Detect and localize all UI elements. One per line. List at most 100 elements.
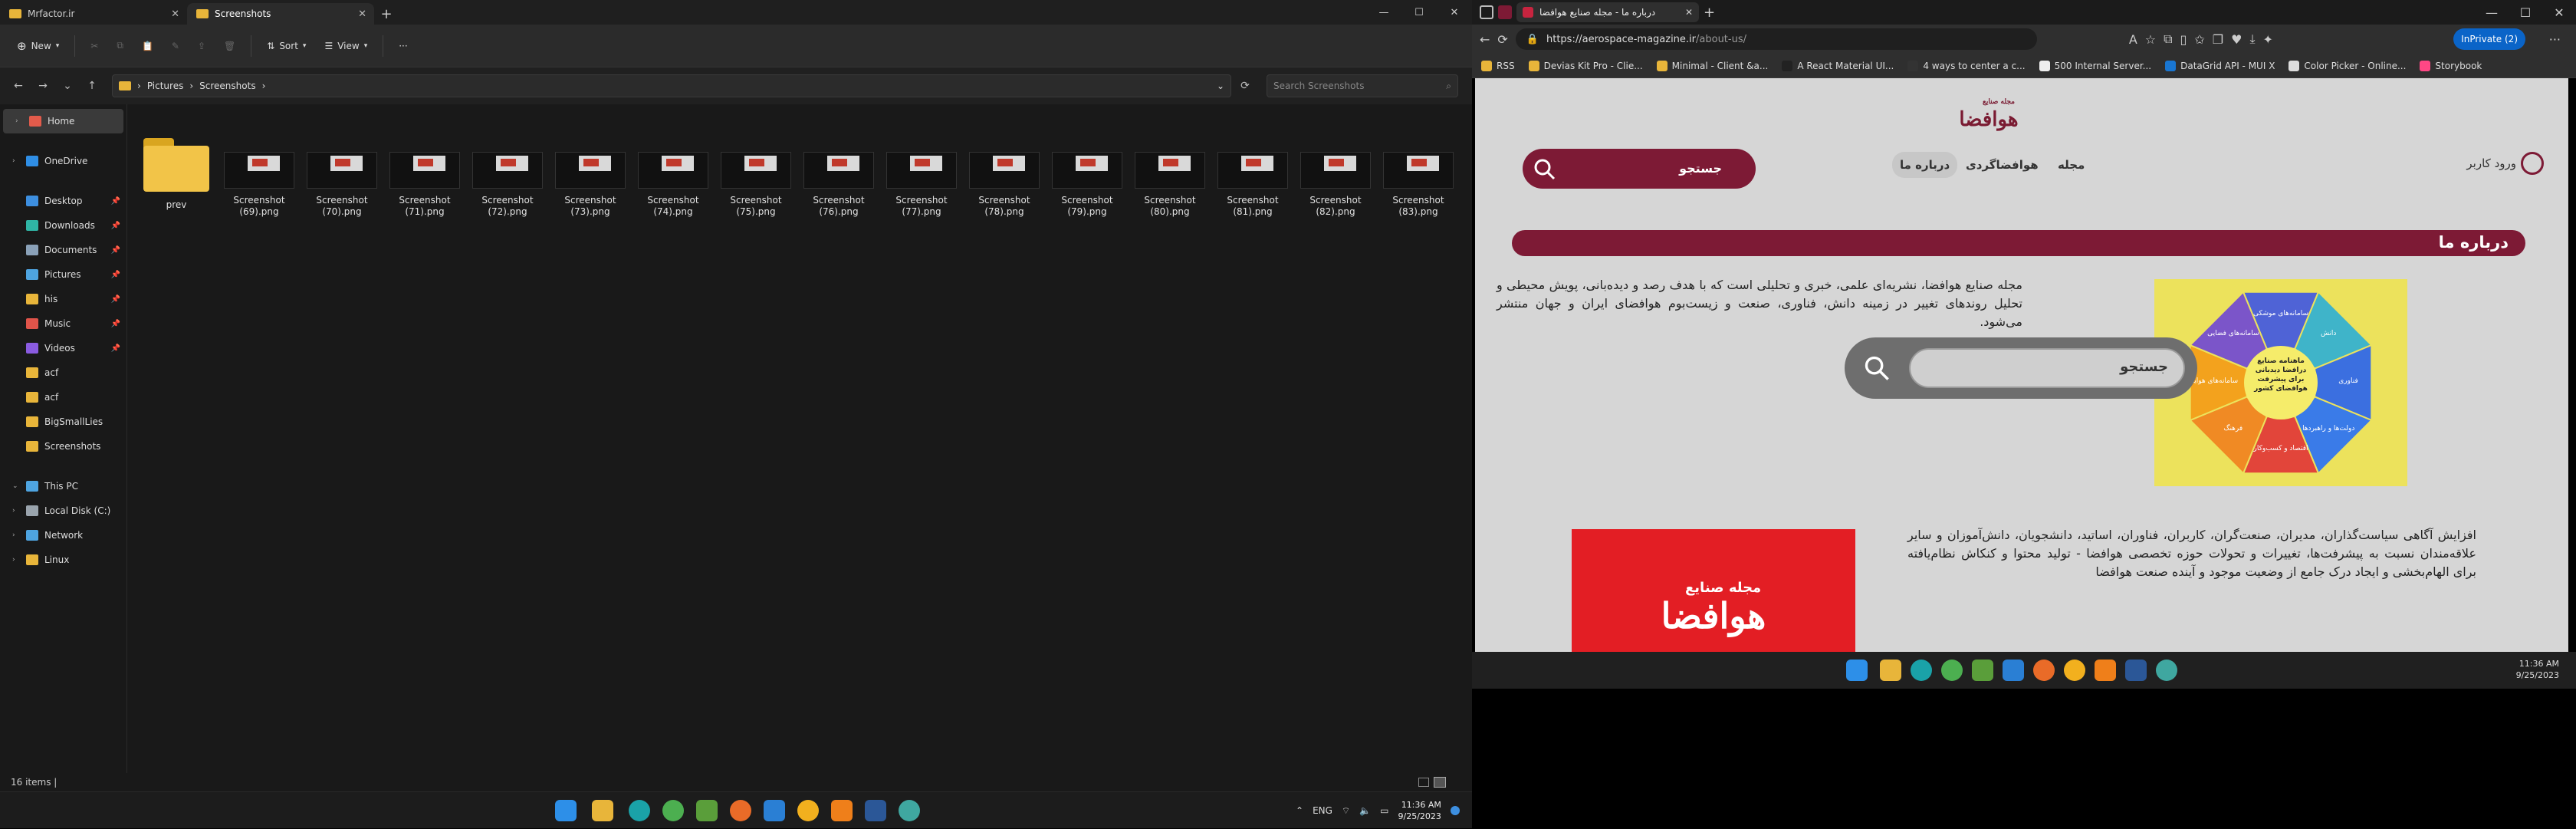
- maximize-button[interactable]: ☐: [1401, 0, 1437, 25]
- xampp-icon[interactable]: [2095, 660, 2116, 681]
- copy-icon[interactable]: ⧉: [109, 33, 131, 59]
- favorite-link[interactable]: RSS: [1481, 60, 1515, 71]
- back-arrow-icon[interactable]: ←: [1480, 32, 1490, 47]
- up-arrow-icon[interactable]: ↑: [81, 75, 103, 97]
- sort-button[interactable]: ⇅ Sort ▾: [259, 33, 314, 59]
- favorite-link[interactable]: 500 Internal Server...: [2039, 60, 2151, 71]
- chrome-canary-icon[interactable]: [797, 800, 819, 821]
- file-explorer-icon[interactable]: [1880, 660, 1901, 681]
- chevron-up-icon[interactable]: ⌃: [1296, 805, 1303, 816]
- url-bar[interactable]: 🔒 https://aerospace-magazine.ir/about-us…: [1515, 28, 2037, 50]
- sidebar-item[interactable]: BigSmallLies: [0, 410, 127, 434]
- overlay-search-input[interactable]: جستجو: [1909, 348, 2185, 388]
- speaker-icon[interactable]: 🔈: [1359, 805, 1371, 816]
- address-dropdown-icon[interactable]: ⌄: [1217, 81, 1224, 91]
- sidebar-item[interactable]: Screenshots: [0, 434, 127, 459]
- menu-aerospace-tour[interactable]: هوافضاگردی: [1966, 158, 2039, 172]
- folder-item[interactable]: prev: [138, 120, 215, 211]
- sidebar-item[interactable]: acf: [0, 360, 127, 385]
- close-icon[interactable]: ✕: [358, 8, 366, 20]
- inprivate-badge[interactable]: InPrivate (2): [2453, 28, 2525, 50]
- favorite-link[interactable]: Minimal - Client &a...: [1656, 60, 1768, 71]
- file-item[interactable]: Screenshot (74).png: [635, 120, 711, 218]
- sidebar-item[interactable]: Desktop 📌: [0, 189, 127, 213]
- favorite-link[interactable]: A React Material UI...: [1782, 60, 1894, 71]
- file-item[interactable]: Screenshot (83).png: [1380, 120, 1457, 218]
- collections-icon[interactable]: ❐: [2213, 32, 2223, 47]
- file-item[interactable]: Screenshot (78).png: [966, 120, 1043, 218]
- edge-dev-icon[interactable]: [899, 800, 920, 821]
- battery-icon[interactable]: ▭: [1380, 805, 1388, 816]
- site-search-bar[interactable]: جستجو: [1523, 149, 1756, 189]
- close-window-button[interactable]: ✕: [1437, 0, 1472, 25]
- expand-chevron-icon[interactable]: ›: [12, 531, 20, 539]
- notification-icon[interactable]: [1450, 806, 1460, 815]
- xampp-icon[interactable]: [831, 800, 853, 821]
- expand-chevron-icon[interactable]: ›: [12, 556, 20, 564]
- sidebar-item[interactable]: Music 📌: [0, 311, 127, 336]
- file-item[interactable]: Screenshot (77).png: [883, 120, 960, 218]
- sidebar-item[interactable]: acf: [0, 385, 127, 410]
- chrome-icon[interactable]: [662, 800, 684, 821]
- search-input[interactable]: Search Screenshots ⌕: [1267, 74, 1458, 97]
- favorite-link[interactable]: DataGrid API - MUI X: [2165, 60, 2275, 71]
- sidebar-item[interactable]: his 📌: [0, 287, 127, 311]
- language-indicator[interactable]: ENG: [1313, 805, 1332, 816]
- close-window-button[interactable]: ✕: [2542, 0, 2576, 25]
- tiles-view-icon[interactable]: [1434, 777, 1446, 788]
- expand-chevron-icon[interactable]: ⌄: [12, 482, 20, 490]
- edge-dev-icon[interactable]: [2156, 660, 2177, 681]
- recent-chevron-icon[interactable]: ⌄: [57, 75, 78, 97]
- sidebar-item[interactable]: › Home: [3, 109, 123, 133]
- sidebar-item[interactable]: Downloads 📌: [0, 213, 127, 238]
- firefox-icon[interactable]: [730, 800, 751, 821]
- back-arrow-icon[interactable]: ←: [8, 75, 29, 97]
- breadcrumb-screenshots[interactable]: Screenshots: [199, 81, 255, 91]
- sidebar-item[interactable]: › Network: [0, 523, 127, 548]
- close-icon[interactable]: ✕: [171, 8, 179, 20]
- cut-icon[interactable]: ✂: [83, 33, 106, 59]
- split-screen-icon[interactable]: ▯: [2180, 32, 2187, 47]
- sidebar-item[interactable]: Pictures 📌: [0, 262, 127, 287]
- favorite-link[interactable]: Devias Kit Pro - Clie...: [1528, 60, 1643, 71]
- clock[interactable]: 11:36 AM 9/25/2023: [2516, 658, 2559, 681]
- sidebar-item[interactable]: › OneDrive: [0, 149, 127, 173]
- menu-magazine[interactable]: مجله: [2058, 158, 2085, 172]
- file-item[interactable]: Screenshot (69).png: [221, 120, 297, 218]
- start-icon[interactable]: [555, 800, 577, 821]
- more-button[interactable]: ···: [391, 33, 415, 59]
- file-item[interactable]: Screenshot (72).png: [469, 120, 546, 218]
- word-icon[interactable]: [2125, 660, 2147, 681]
- details-view-icon[interactable]: [1418, 778, 1429, 787]
- edge-icon[interactable]: [1911, 660, 1932, 681]
- minimize-button[interactable]: —: [1366, 0, 1401, 25]
- favorites-icon[interactable]: ✩: [2194, 32, 2204, 47]
- notepad-icon[interactable]: [696, 800, 718, 821]
- sidebar-item[interactable]: Documents 📌: [0, 238, 127, 262]
- word-icon[interactable]: [865, 800, 886, 821]
- tab-mrfactor[interactable]: Mrfactor.ir ✕: [0, 3, 187, 25]
- view-button[interactable]: ☰ View ▾: [317, 33, 375, 59]
- favorite-star-icon[interactable]: ☆: [2145, 32, 2156, 47]
- read-aloud-icon[interactable]: A: [2129, 32, 2137, 47]
- settings-more-icon[interactable]: ···: [2549, 32, 2561, 47]
- refresh-icon[interactable]: ⟳: [1234, 75, 1256, 97]
- notepad-icon[interactable]: [1972, 660, 1993, 681]
- login-link[interactable]: ورود کاربر: [2466, 152, 2544, 175]
- file-item[interactable]: Screenshot (82).png: [1297, 120, 1374, 218]
- sidebar-item[interactable]: ⌄ This PC: [0, 474, 127, 498]
- delete-icon[interactable]: 🗑: [216, 33, 243, 59]
- file-item[interactable]: Screenshot (76).png: [800, 120, 877, 218]
- tab-actions-icon[interactable]: [1480, 5, 1493, 19]
- site-logo[interactable]: مجله صنایع هوافضا: [1941, 98, 2036, 138]
- firefox-icon[interactable]: [2033, 660, 2055, 681]
- new-button[interactable]: ⊕ New ▾: [9, 33, 67, 59]
- breadcrumb-pictures[interactable]: Pictures: [147, 81, 184, 91]
- browser-essentials-icon[interactable]: ✦: [2263, 32, 2273, 47]
- sidebar-item[interactable]: › Linux: [0, 548, 127, 572]
- expand-chevron-icon[interactable]: ›: [15, 117, 23, 125]
- tab-screenshots[interactable]: Screenshots ✕: [187, 3, 374, 25]
- file-item[interactable]: Screenshot (70).png: [304, 120, 380, 218]
- share-icon[interactable]: ⇪: [190, 33, 213, 59]
- minimize-button[interactable]: —: [2475, 0, 2509, 25]
